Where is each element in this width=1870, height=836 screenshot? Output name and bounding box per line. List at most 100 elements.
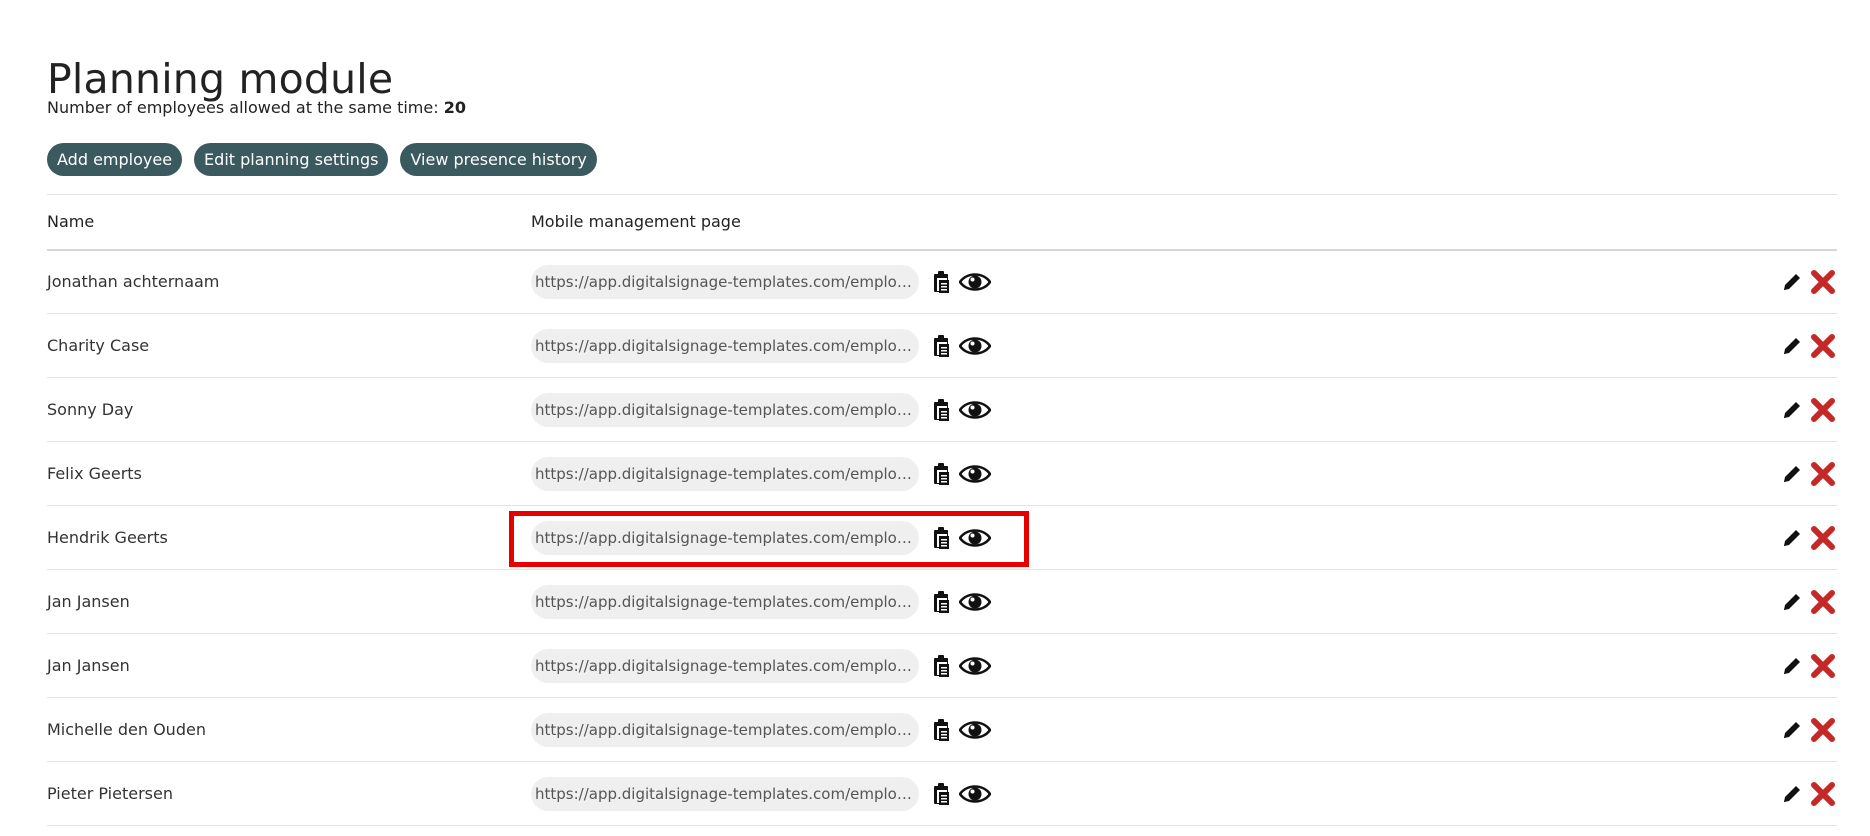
mobile-url-field[interactable]: [531, 328, 919, 363]
employee-name: Hendrik Geerts: [47, 528, 168, 547]
mobile-page-cell: [531, 250, 1705, 314]
action-buttons: Add employee Edit planning settings View…: [47, 143, 597, 176]
url-group: [509, 510, 1037, 567]
clipboard-icon[interactable]: [931, 396, 953, 424]
employee-limit-value: 20: [443, 98, 466, 117]
eye-icon[interactable]: [955, 716, 995, 744]
url-group: [531, 328, 1037, 363]
row-actions: [1705, 762, 1837, 826]
add-employee-button[interactable]: Add employee: [47, 143, 183, 176]
url-group: [531, 392, 1037, 427]
pencil-icon[interactable]: [1780, 270, 1804, 294]
mobile-url-field[interactable]: [531, 584, 919, 619]
eye-icon[interactable]: [955, 268, 995, 296]
eye-icon[interactable]: [955, 652, 995, 680]
mobile-page-cell: [531, 442, 1705, 506]
table-header-row: Name Mobile management page: [47, 194, 1837, 250]
clipboard-icon[interactable]: [931, 716, 953, 744]
employee-limit: Number of employees allowed at the same …: [47, 98, 466, 117]
mobile-url-field[interactable]: [531, 264, 919, 299]
url-group: [531, 264, 1037, 299]
eye-icon[interactable]: [955, 396, 995, 424]
table-row: Sonny Day: [47, 378, 1837, 442]
pencil-icon[interactable]: [1780, 590, 1804, 614]
pencil-icon[interactable]: [1780, 462, 1804, 486]
employee-name: Jan Jansen: [47, 592, 130, 611]
page-title: Planning module: [47, 55, 394, 104]
mobile-page-cell: [531, 378, 1705, 442]
clipboard-icon[interactable]: [931, 780, 953, 808]
cross-icon[interactable]: [1809, 652, 1837, 680]
column-header-actions: [1705, 195, 1837, 250]
mobile-page-cell: [531, 698, 1705, 762]
url-group: [531, 648, 1037, 683]
pencil-icon[interactable]: [1780, 398, 1804, 422]
employee-table: Name Mobile management page Jonathan ach…: [47, 194, 1837, 826]
mobile-page-cell: [531, 314, 1705, 378]
row-actions: [1705, 442, 1837, 506]
row-actions: [1705, 570, 1837, 634]
employee-name: Jan Jansen: [47, 656, 130, 675]
clipboard-icon[interactable]: [931, 268, 953, 296]
employee-name: Pieter Pietersen: [47, 784, 173, 803]
pencil-icon[interactable]: [1780, 334, 1804, 358]
pencil-icon[interactable]: [1780, 718, 1804, 742]
cross-icon[interactable]: [1809, 780, 1837, 808]
column-header-mobile-page: Mobile management page: [531, 212, 741, 232]
cross-icon[interactable]: [1809, 524, 1837, 552]
employee-limit-label: Number of employees allowed at the same …: [47, 98, 444, 117]
mobile-url-field[interactable]: [531, 648, 919, 683]
eye-icon[interactable]: [955, 780, 995, 808]
cross-icon[interactable]: [1809, 588, 1837, 616]
highlight-box: [509, 510, 1029, 567]
employee-name: Michelle den Ouden: [47, 720, 206, 739]
eye-icon[interactable]: [955, 332, 995, 360]
eye-icon[interactable]: [955, 460, 995, 488]
table-row: Charity Case: [47, 314, 1837, 378]
table-row: Pieter Pietersen: [47, 762, 1837, 826]
employee-name: Charity Case: [47, 336, 150, 355]
mobile-url-field[interactable]: [531, 712, 919, 747]
cross-icon[interactable]: [1809, 396, 1837, 424]
row-actions: [1705, 378, 1837, 442]
cross-icon[interactable]: [1809, 460, 1837, 488]
row-actions: [1705, 314, 1837, 378]
url-group: [531, 584, 1037, 619]
clipboard-icon[interactable]: [931, 652, 953, 680]
table-row: Jonathan achternaam: [47, 250, 1837, 314]
cross-icon[interactable]: [1809, 716, 1837, 744]
employee-name: Jonathan achternaam: [47, 272, 220, 292]
url-group: [531, 456, 1037, 491]
eye-icon[interactable]: [955, 588, 995, 616]
mobile-url-field[interactable]: [531, 456, 919, 491]
column-header-name: Name: [47, 212, 95, 232]
clipboard-icon[interactable]: [931, 460, 953, 488]
edit-planning-settings-button[interactable]: Edit planning settings: [194, 143, 389, 176]
table-row: Michelle den Ouden: [47, 698, 1837, 762]
cross-icon[interactable]: [1809, 268, 1837, 296]
clipboard-icon[interactable]: [931, 332, 953, 360]
employee-name: Felix Geerts: [47, 464, 142, 483]
row-actions: [1705, 250, 1837, 314]
clipboard-icon[interactable]: [931, 588, 953, 616]
cross-icon[interactable]: [1809, 332, 1837, 360]
mobile-page-cell: [509, 506, 1705, 570]
table-row: Jan Jansen: [47, 570, 1837, 634]
pencil-icon[interactable]: [1780, 782, 1804, 806]
view-presence-history-button[interactable]: View presence history: [400, 143, 597, 176]
mobile-url-field[interactable]: [531, 392, 919, 427]
mobile-page-cell: [531, 762, 1705, 826]
table-row: Jan Jansen: [47, 634, 1837, 698]
url-group: [531, 712, 1037, 747]
employee-name: Sonny Day: [47, 400, 134, 419]
mobile-page-cell: [531, 570, 1705, 634]
row-actions: [1705, 506, 1837, 570]
table-row: Hendrik Geerts: [47, 506, 1837, 570]
pencil-icon[interactable]: [1780, 526, 1804, 550]
mobile-page-cell: [531, 634, 1705, 698]
url-group: [531, 776, 1037, 811]
row-actions: [1705, 634, 1837, 698]
pencil-icon[interactable]: [1780, 654, 1804, 678]
table-row: Felix Geerts: [47, 442, 1837, 506]
mobile-url-field[interactable]: [531, 776, 919, 811]
